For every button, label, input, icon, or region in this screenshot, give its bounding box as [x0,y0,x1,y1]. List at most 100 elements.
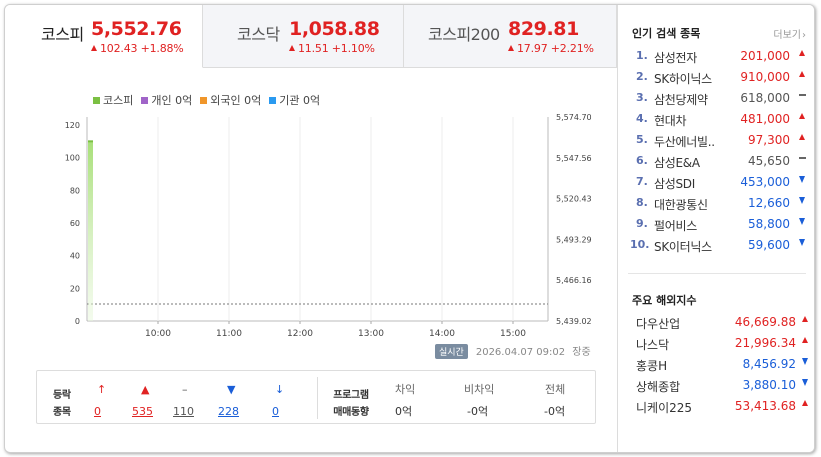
overseas-list: 다우산업 46,669.88 나스닥 21,996.34 홍콩H 8,456.92 상해종합… [632,312,808,417]
list-item[interactable]: 2. SK하이닉스 910,000 [628,67,808,88]
y-tick-label-left: 100 [65,154,80,163]
list-item[interactable]: 8. 대한광통신 12,660 [628,193,808,214]
program-value-arbitrage: 0억 [395,405,413,418]
status-datetime: 2026.04.07 09:02 [475,347,566,358]
index-name: 다우산업 [636,317,681,331]
y-tick-label-left: 120 [65,121,80,130]
market-breadth-box: 등락 종목 ↑ 0 ▲ 535 – 110 ▼ 228 ↓ 0 프로그램 매매동향 차익 0억 비… [36,370,596,424]
index-name: 홍콩H [636,359,668,373]
kospi-area [88,141,93,321]
tab-change: 102.43 +1.88% [91,42,184,55]
legend-item-kospi[interactable]: 코스피 [93,92,133,108]
list-item[interactable]: 3. 삼천당제약 618,000 [628,88,808,109]
list-item[interactable]: 7. 삼성SDI 453,000 [628,172,808,193]
tab-kosdaq[interactable]: 코스닥 1,058.88 11.51 +1.10% [203,5,404,68]
list-item[interactable]: 10. SK이터닉스 59,600 [628,235,808,256]
stock-name: SK하이닉스 [654,72,712,86]
legend-label: 외국인 0억 [210,94,262,107]
breadth-value[interactable]: 0 [94,405,101,418]
x-tick-label: 14:00 [429,329,455,339]
chart-status: 실시간 2026.04.07 09:02 장중 [435,343,591,359]
y-tick-label-right: 5,493.29 [556,235,592,244]
x-tick-label: 11:00 [216,329,242,339]
list-item[interactable]: 다우산업 46,669.88 [632,312,808,333]
fall-icon: ▼ [227,383,236,396]
program-header-arbitrage: 차익 [395,383,416,396]
list-item[interactable]: 9. 펄어비스 58,800 [628,214,808,235]
realtime-badge[interactable]: 실시간 [435,344,468,359]
legend-swatch [141,97,149,104]
overseas-title: 주요 해외지수 [632,294,697,307]
program-label-2: 매매동향 [333,407,369,418]
upper-limit-icon: ↑ [97,383,107,396]
stock-name: 삼성전자 [654,51,697,65]
up-triangle-icon [797,133,807,144]
index-price: 53,413.68 [734,399,796,413]
breadth-value[interactable]: 228 [218,405,239,418]
stock-price: 618,000 [740,91,790,105]
legend-label: 기관 0억 [279,94,321,107]
popular-list: 1. 삼성전자 201,000 2. SK하이닉스 910,000 3. 삼천당제약 618,0… [628,46,808,256]
flat-dash-icon [797,91,807,102]
down-triangle-icon [797,196,807,207]
breadth-value[interactable]: 110 [173,405,194,418]
breadth-value[interactable]: 535 [132,405,153,418]
legend-item-individual[interactable]: 개인 0억 [141,92,192,108]
rank-number: 1. [636,49,648,62]
list-item[interactable]: 상해종합 3,880.10 [632,375,808,396]
down-triangle-icon [800,357,810,368]
side-panel: 인기 검색 종목 더보기› 1. 삼성전자 201,000 2. SK하이닉스 910,0… [617,5,814,452]
stock-price: 12,660 [748,196,790,210]
y-tick-label-right: 5,547.56 [556,154,592,163]
stock-price: 453,000 [740,175,790,189]
rank-number: 3. [636,91,648,104]
index-price: 46,669.88 [734,315,796,329]
stock-price: 910,000 [740,70,790,84]
stock-name: 삼천당제약 [654,93,708,107]
y-tick-label-left: 40 [70,252,80,261]
list-item[interactable]: 1. 삼성전자 201,000 [628,46,808,67]
more-link[interactable]: 더보기› [773,26,806,41]
tab-kospi[interactable]: 코스피 5,552.76 102.43 +1.88% [5,5,203,68]
chart-legend: 코스피 개인 0억 외국인 0억 기관 0억 [93,92,320,108]
program-value-nonarbitrage: -0억 [467,405,489,418]
flat-dash-icon [797,154,807,165]
index-name: 나스닥 [636,338,670,352]
y-tick-label-right: 5,439.02 [556,317,592,326]
chevron-right-icon: › [802,30,806,41]
tab-name: 코스피200 [428,25,500,44]
y-tick-label-left: 80 [70,186,80,195]
program-header-total: 전체 [545,383,566,396]
list-item[interactable]: 홍콩H 8,456.92 [632,354,808,375]
up-triangle-icon [800,399,810,410]
stock-name: 삼성E&A [654,156,700,170]
list-item[interactable]: 나스닥 21,996.34 [632,333,808,354]
list-item[interactable]: 5. 두산에너빌.. 97,300 [628,130,808,151]
stock-price: 97,300 [748,133,790,147]
up-triangle-icon [91,45,97,51]
list-item[interactable]: 4. 현대차 481,000 [628,109,808,130]
program-value-total: -0억 [544,405,566,418]
divider [628,273,806,274]
stock-name: 삼성SDI [654,177,695,191]
legend-swatch [200,97,208,104]
list-item[interactable]: 6. 삼성E&A 45,650 [628,151,808,172]
y-tick-label-right: 5,574.70 [556,113,592,122]
legend-item-institution[interactable]: 기관 0억 [269,92,320,108]
stock-price: 59,600 [748,238,790,252]
up-triangle-icon [289,45,295,51]
rank-number: 5. [636,133,648,146]
market-state: 장중 [572,347,591,358]
tab-name: 코스닥 [237,25,280,44]
index-name: 상해종합 [636,380,681,394]
list-item[interactable]: 니케이225 53,413.68 [632,396,808,417]
legend-item-foreign[interactable]: 외국인 0억 [200,92,261,108]
market-widget: 코스피 5,552.76 102.43 +1.88% 코스닥 1,058.88 … [4,4,815,453]
x-tick-label: 12:00 [287,329,313,339]
stock-name: 대한광통신 [654,198,708,212]
y-tick-label-left: 20 [70,284,80,293]
breadth-value[interactable]: 0 [272,405,279,418]
breadth-label-1: 등락 [53,390,71,401]
tab-kospi200[interactable]: 코스피200 829.81 17.97 +2.21% [404,5,617,68]
tab-change: 11.51 +1.10% [289,42,375,55]
